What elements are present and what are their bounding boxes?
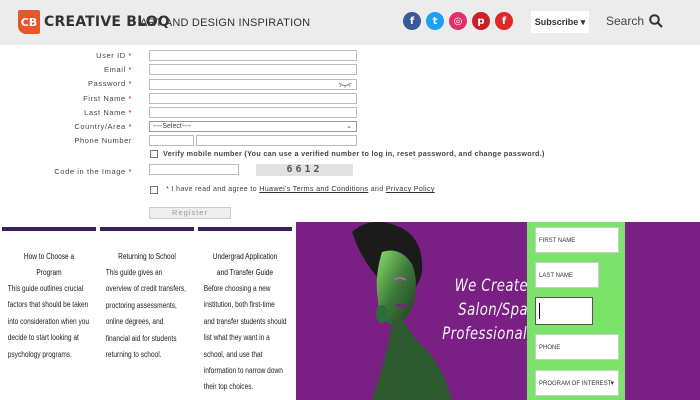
user-id-label: User ID * bbox=[96, 51, 132, 60]
program-select-value: PROGRAM OF INTEREST bbox=[539, 381, 612, 387]
flipboard-icon[interactable]: f bbox=[495, 12, 513, 30]
country-select-value: ----Select---- bbox=[153, 123, 192, 130]
phone-label: Phone Number bbox=[74, 136, 132, 145]
verify-mobile-checkbox[interactable] bbox=[150, 150, 158, 158]
pinterest-icon[interactable]: p bbox=[472, 12, 490, 30]
guide-cards: How to Choose a Program This guide outli… bbox=[0, 225, 296, 400]
headline-line-2: Salon/Spa bbox=[458, 300, 528, 320]
email-label: Email * bbox=[104, 65, 132, 74]
twitter-icon[interactable]: t bbox=[426, 12, 444, 30]
subscribe-button[interactable]: Subscribe ▾ bbox=[531, 11, 589, 33]
country-label: Country/Area * bbox=[74, 122, 132, 131]
lead-last-name-field[interactable]: LAST NAME bbox=[535, 262, 599, 288]
guide-card[interactable]: Returning to School This guide gives an … bbox=[100, 227, 194, 400]
guide-card[interactable]: How to Choose a Program This guide outli… bbox=[2, 227, 96, 400]
captcha-image[interactable]: 6612 bbox=[256, 164, 353, 176]
phone-field[interactable] bbox=[196, 135, 357, 146]
last-name-field[interactable] bbox=[149, 107, 357, 118]
headline-line-1: We Create bbox=[454, 276, 528, 296]
registration-form: User ID * Email * Password * First Name … bbox=[0, 45, 700, 225]
agree-terms-text: * I have read and agree to Huawei's Term… bbox=[166, 184, 435, 193]
logo-mark: CB bbox=[18, 10, 40, 34]
first-name-field[interactable] bbox=[149, 93, 357, 104]
chevron-down-icon: ▾ bbox=[610, 380, 614, 387]
privacy-link[interactable]: Privacy Policy bbox=[386, 184, 435, 193]
eye-closed-icon[interactable] bbox=[338, 81, 352, 89]
guide-card-title[interactable]: How to Choose a Program bbox=[10, 249, 87, 281]
search-icon bbox=[649, 14, 663, 28]
email-field[interactable] bbox=[149, 64, 357, 75]
last-name-label: Last Name * bbox=[84, 108, 132, 117]
guide-card[interactable]: Undergrad Application and Transfer Guide… bbox=[198, 227, 292, 400]
search-label: Search bbox=[606, 14, 645, 28]
password-field[interactable] bbox=[149, 79, 357, 90]
instagram-icon[interactable]: ◎ bbox=[449, 12, 467, 30]
user-id-field[interactable] bbox=[149, 50, 357, 61]
chevron-down-icon: ⌄ bbox=[346, 123, 352, 130]
agree-terms-checkbox[interactable] bbox=[150, 186, 158, 194]
social-links: f t ◎ p f bbox=[403, 12, 513, 30]
facebook-icon[interactable]: f bbox=[403, 12, 421, 30]
verify-mobile-text: Verify mobile number (You can use a veri… bbox=[163, 149, 545, 158]
salon-ad-banner[interactable]: We Create Salon/Spa Professionals FIRST … bbox=[296, 222, 700, 400]
guide-card-body: This guide gives an overview of credit t… bbox=[105, 268, 186, 360]
text-caret bbox=[539, 303, 540, 319]
headline-line-3: Professionals bbox=[442, 324, 535, 344]
guide-card-body: Before choosing a new institution, both … bbox=[203, 284, 287, 392]
site-tagline: ART AND DESIGN INSPIRATION bbox=[140, 17, 311, 29]
lead-form: FIRST NAME LAST NAME PHONE PROGRAM OF IN… bbox=[527, 222, 625, 400]
lead-email-field[interactable] bbox=[535, 297, 593, 325]
captcha-field[interactable] bbox=[149, 164, 239, 175]
program-select[interactable]: PROGRAM OF INTEREST ▾ bbox=[535, 370, 619, 396]
captcha-label: Code in the Image * bbox=[54, 167, 132, 176]
model-photo bbox=[352, 222, 452, 400]
guide-card-title[interactable]: Returning to School bbox=[108, 249, 185, 265]
first-name-label: First Name * bbox=[83, 94, 132, 103]
guide-card-body: This guide outlines crucial factors that… bbox=[7, 284, 90, 359]
banner-headline: We Create Salon/Spa Professionals bbox=[442, 274, 535, 346]
search-button[interactable]: Search bbox=[606, 14, 663, 28]
terms-link[interactable]: Huawei's Terms and Conditions bbox=[259, 184, 368, 193]
country-select[interactable]: ----Select---- ⌄ bbox=[149, 121, 357, 132]
lead-phone-field[interactable]: PHONE bbox=[535, 334, 619, 360]
register-button[interactable]: Register bbox=[149, 207, 231, 219]
site-header: CB CREATIVE BLOQ ART AND DESIGN INSPIRAT… bbox=[0, 0, 700, 45]
phone-code-field[interactable] bbox=[149, 135, 194, 146]
password-label: Password * bbox=[88, 79, 132, 88]
lead-first-name-field[interactable]: FIRST NAME bbox=[535, 227, 619, 253]
guide-card-title[interactable]: Undergrad Application and Transfer Guide bbox=[206, 249, 283, 281]
